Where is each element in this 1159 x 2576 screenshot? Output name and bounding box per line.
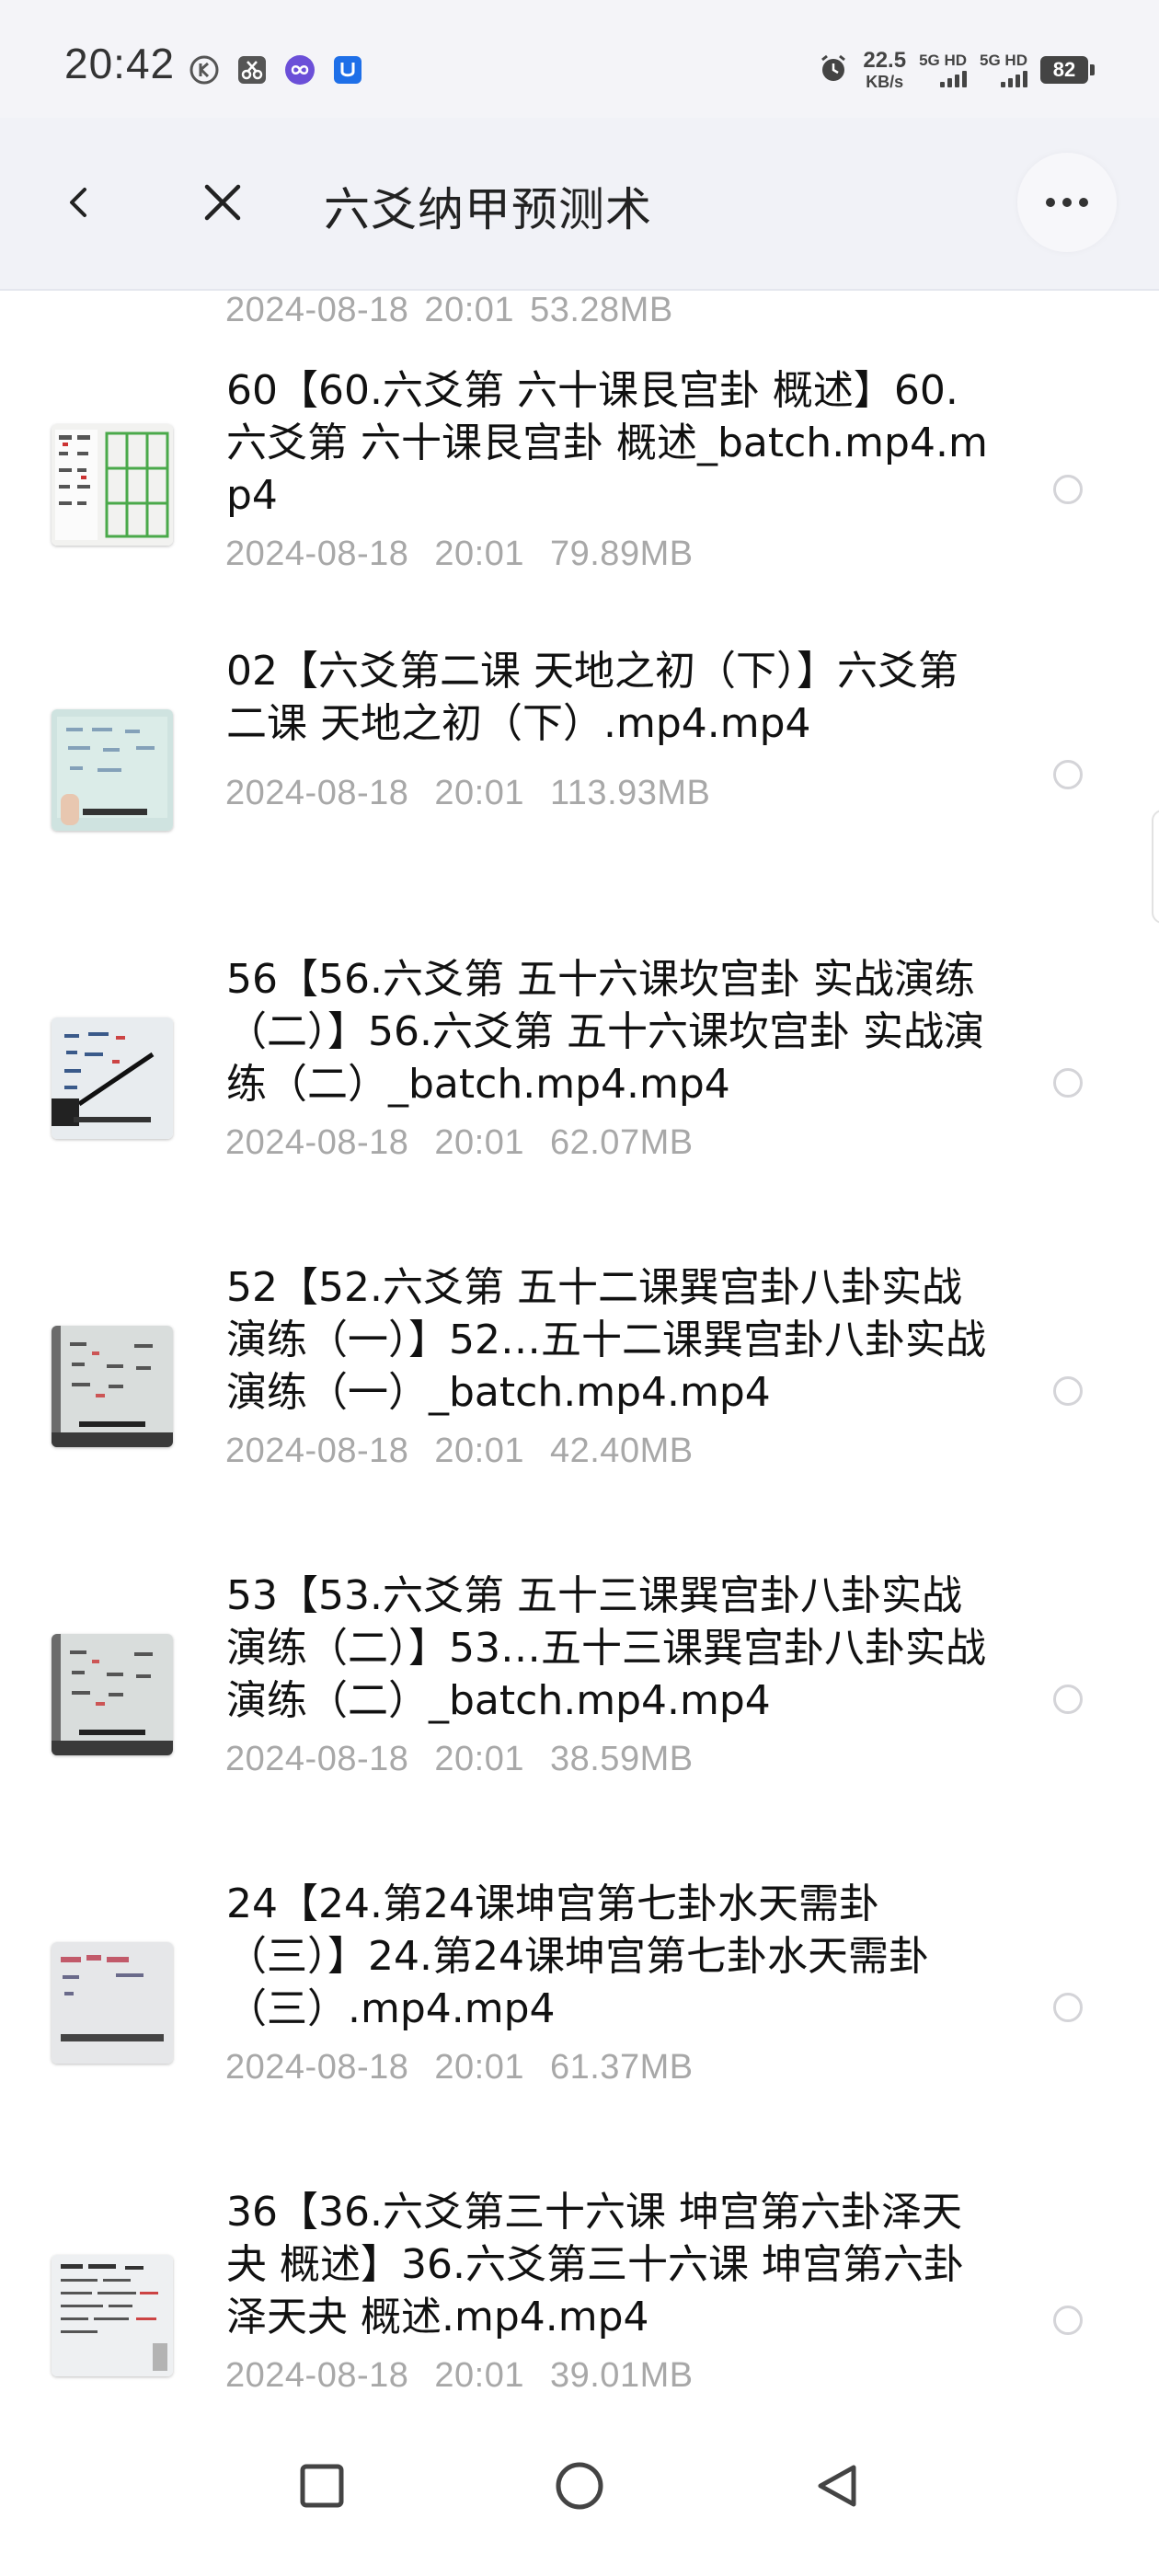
- sim2-label: 5G HD: [980, 52, 1027, 69]
- sim1-signal: 5G HD: [919, 52, 968, 87]
- list-item[interactable]: 36【36.六爻第三十六课 坤宫第六卦泽天夬 概述】36.六爻第三十六课 坤宫第…: [0, 2186, 1159, 2425]
- video-thumbnail: [52, 2255, 173, 2376]
- item-time: 20:01: [434, 535, 524, 573]
- list-item[interactable]: 52【52.六爻第 五十二课巽宫卦八卦实战演练（一）】52…五十二课巽宫卦八卦实…: [0, 1261, 1159, 1570]
- net-speed-unit: KB/s: [866, 73, 904, 91]
- select-radio[interactable]: [1053, 1376, 1083, 1406]
- battery-icon: 82: [1040, 56, 1095, 84]
- item-title: 60【60.六爻第 六十课艮宫卦 概述】60.六爻第 六十课艮宫卦 概述_bat…: [226, 367, 988, 519]
- header: 六爻纳甲预测术: [0, 118, 1159, 291]
- select-radio[interactable]: [1053, 475, 1083, 504]
- item-date: 2024-08-18: [225, 1123, 409, 1162]
- item-size: 42.40MB: [549, 1432, 694, 1470]
- partial-item-meta: 2024-08-18 20:01 53.28MB: [225, 291, 673, 329]
- item-time: 20:01: [434, 2048, 524, 2087]
- item-size: 39.01MB: [549, 2356, 694, 2395]
- recents-square-icon: [300, 2464, 344, 2508]
- video-thumbnail: [52, 1634, 173, 1755]
- item-meta: 2024-08-18 20:01 38.59MB: [225, 1740, 719, 1779]
- item-date: 2024-08-18: [225, 1740, 409, 1778]
- list-item[interactable]: 24【24.第24课坤宫第七卦水天需卦（三）】24.第24课坤宫第七卦水天需卦（…: [0, 1878, 1159, 2186]
- more-dots-icon: [1046, 198, 1055, 207]
- select-radio[interactable]: [1053, 1068, 1083, 1098]
- page-title: 六爻纳甲预测术: [324, 183, 652, 236]
- item-meta: 2024-08-18 20:01 61.37MB: [225, 2048, 719, 2087]
- item-meta: 2024-08-18 20:01 42.40MB: [225, 1432, 719, 1471]
- item-title: 56【56.六爻第 五十六课坎宫卦 实战演练（二）】56.六爻第 五十六课坎宫卦…: [226, 956, 984, 1108]
- alarm-icon: [817, 52, 850, 88]
- list-item[interactable]: 53【53.六爻第 五十三课巽宫卦八卦实战演练（二）】53…五十三课巽宫卦八卦实…: [0, 1570, 1159, 1878]
- item-time: 20:01: [434, 774, 524, 812]
- item-size: 38.59MB: [549, 1740, 694, 1778]
- close-icon: [204, 184, 241, 221]
- close-button[interactable]: [195, 175, 250, 230]
- sim1-label: 5G HD: [919, 52, 968, 69]
- back-triangle-icon: [818, 2465, 856, 2507]
- list-item[interactable]: 60【60.六爻第 六十课艮宫卦 概述】60.六爻第 六十课艮宫卦 概述_bat…: [0, 364, 1159, 673]
- item-meta: 2024-08-18 20:01 79.89MB: [225, 535, 719, 574]
- back-button[interactable]: [52, 175, 107, 230]
- item-size: 79.89MB: [549, 535, 694, 573]
- item-date: 2024-08-18: [225, 1432, 409, 1470]
- system-nav-bar: [0, 2425, 1159, 2576]
- back-nav-button[interactable]: [800, 2449, 874, 2523]
- scissors-icon: [235, 53, 269, 86]
- video-thumbnail: [52, 1326, 173, 1447]
- item-time: 20:01: [434, 1432, 524, 1470]
- item-time: 20:01: [434, 1123, 524, 1162]
- home-circle-icon: [556, 2462, 603, 2510]
- video-thumbnail: [52, 709, 173, 831]
- item-date: 2024-08-18: [225, 535, 409, 573]
- item-title: 02【六爻第二课 天地之初（下）】六爻第二课 天地之初（下）.mp4.mp4: [226, 648, 958, 747]
- list-item[interactable]: 56【56.六爻第 五十六课坎宫卦 实战演练（二）】56.六爻第 五十六课坎宫卦…: [0, 953, 1159, 1261]
- item-meta: 2024-08-18 20:01 113.93MB: [225, 774, 736, 813]
- signal-bars-icon: [940, 71, 968, 87]
- k-circle-icon: [188, 53, 221, 86]
- item-meta: 2024-08-18 20:01 39.01MB: [225, 2356, 719, 2396]
- item-size: 61.37MB: [549, 2048, 694, 2087]
- status-right: 22.5 KB/s 5G HD 5G HD 82: [817, 50, 1095, 90]
- select-radio[interactable]: [1053, 1685, 1083, 1714]
- recents-button[interactable]: [285, 2449, 359, 2523]
- item-size: 62.07MB: [549, 1123, 694, 1162]
- status-time: 20:42: [64, 40, 176, 87]
- video-thumbnail: [52, 1018, 173, 1139]
- sim2-signal: 5G HD: [980, 52, 1027, 87]
- file-list[interactable]: 2024-08-18 20:01 53.28MB 60【60.六爻第 六十课艮宫…: [0, 291, 1159, 2425]
- infinity-icon: [283, 53, 316, 86]
- select-radio[interactable]: [1053, 1993, 1083, 2022]
- status-app-icons: [188, 53, 364, 86]
- video-thumbnail: [52, 424, 173, 546]
- item-date: 2024-08-18: [225, 2048, 409, 2087]
- item-date: 2024-08-18: [225, 2356, 409, 2395]
- chevron-left-icon: [70, 188, 86, 217]
- status-bar: 20:42 22.5 KB/s 5G HD 5G HD 82: [0, 0, 1159, 118]
- net-speed: 22.5 KB/s: [863, 48, 907, 91]
- home-button[interactable]: [543, 2449, 616, 2523]
- item-title: 24【24.第24课坤宫第七卦水天需卦（三）】24.第24课坤宫第七卦水天需卦（…: [226, 1880, 929, 2032]
- item-time: 20:01: [434, 1740, 524, 1778]
- select-radio[interactable]: [1053, 2306, 1083, 2335]
- item-title: 52【52.六爻第 五十二课巽宫卦八卦实战演练（一）】52…五十二课巽宫卦八卦实…: [226, 1264, 986, 1416]
- signal-bars-icon: [1001, 71, 1027, 87]
- select-radio[interactable]: [1053, 760, 1083, 789]
- item-date: 2024-08-18: [225, 774, 409, 812]
- scroll-handle[interactable]: [1152, 810, 1159, 924]
- video-thumbnail: [52, 1942, 173, 2064]
- item-time: 20:01: [434, 2356, 524, 2395]
- item-meta: 2024-08-18 20:01 62.07MB: [225, 1123, 719, 1163]
- shield-u-icon: [331, 53, 364, 86]
- list-item[interactable]: 02【六爻第二课 天地之初（下）】六爻第二课 天地之初（下）.mp4.mp4 20…: [0, 645, 1159, 953]
- item-size: 113.93MB: [549, 774, 711, 812]
- battery-level: 82: [1040, 56, 1088, 84]
- more-menu-button[interactable]: [1017, 153, 1117, 252]
- item-title: 53【53.六爻第 五十三课巽宫卦八卦实战演练（二）】53…五十三课巽宫卦八卦实…: [226, 1572, 986, 1724]
- item-title: 36【36.六爻第三十六课 坤宫第六卦泽天夬 概述】36.六爻第三十六课 坤宫第…: [226, 2189, 964, 2340]
- net-speed-value: 22.5: [863, 48, 907, 73]
